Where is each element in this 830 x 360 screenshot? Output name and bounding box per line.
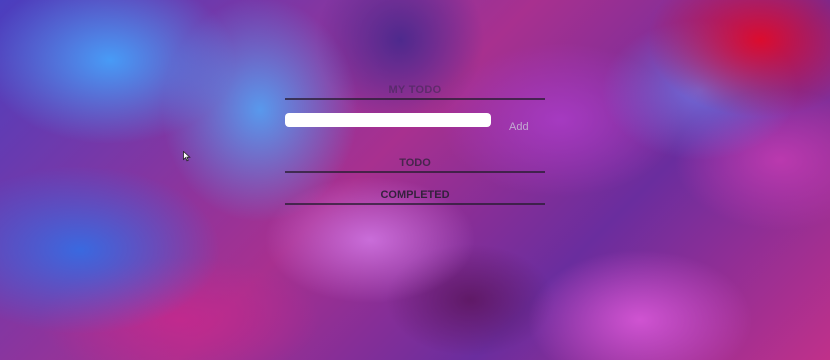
completed-heading: COMPLETED [380, 189, 450, 201]
add-task-row: Add [285, 113, 545, 141]
completed-section: COMPLETED [285, 187, 545, 205]
new-task-input[interactable] [285, 113, 491, 127]
todo-divider [285, 171, 545, 173]
todo-heading: TODO [399, 157, 431, 169]
todo-app: MY TODO Add TODO COMPLETED [285, 78, 545, 205]
todo-section: TODO [285, 155, 545, 173]
add-button[interactable]: Add [509, 121, 529, 133]
completed-divider [285, 203, 545, 205]
app-title: MY TODO [388, 84, 442, 96]
